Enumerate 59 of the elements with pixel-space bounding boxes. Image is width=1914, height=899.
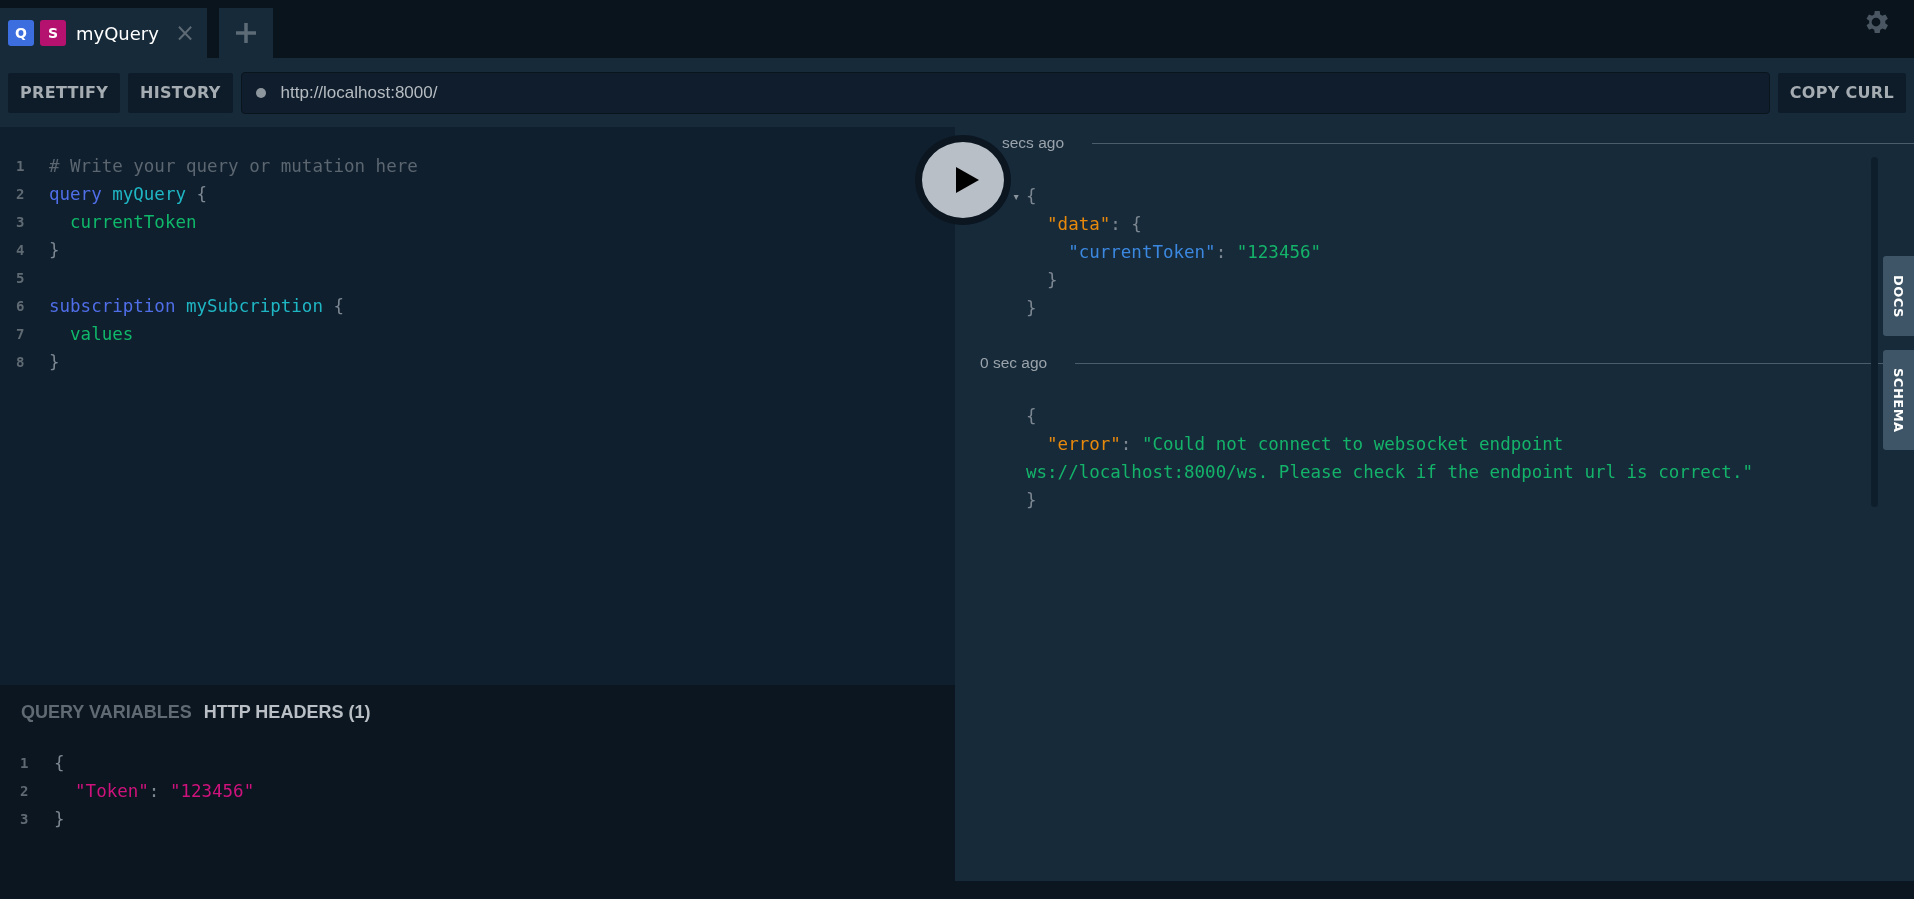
json-token: : <box>1120 434 1133 454</box>
endpoint-field[interactable]: http://localhost:8000/ <box>240 71 1770 114</box>
variables-tab[interactable]: HTTP HEADERS (1) <box>203 702 371 723</box>
collapse-toggle[interactable]: ▾ <box>1012 188 1020 204</box>
code-token: } <box>54 809 65 829</box>
json-token: "data" <box>1046 214 1111 234</box>
toolbar-button[interactable]: PRETTIFY <box>8 72 121 113</box>
code-token: { <box>332 296 345 316</box>
json-token: } <box>1026 298 1037 318</box>
json-token: } <box>1046 270 1058 290</box>
code-token: { <box>54 753 65 773</box>
json-token: : { <box>1110 214 1142 234</box>
json-token: { <box>1026 406 1037 426</box>
line-number: 6 <box>15 298 26 314</box>
side-panel-tab[interactable]: DOCS <box>1883 256 1914 336</box>
code-token: values <box>69 324 134 344</box>
code-token: { <box>195 184 208 204</box>
line-number: 4 <box>15 242 26 258</box>
line-number: 8 <box>15 354 26 370</box>
line-number: 1 <box>19 755 30 771</box>
code-token: subscription <box>49 296 176 316</box>
json-token: { <box>1026 186 1037 206</box>
line-number: 2 <box>15 186 26 202</box>
result-timestamp: secs ago <box>1001 134 1065 152</box>
code-token: } <box>49 240 60 260</box>
line-number: 7 <box>15 326 26 342</box>
code-token: mySubcription <box>184 296 323 316</box>
copy-curl-button[interactable]: COPY CURL <box>1777 72 1906 113</box>
code-token: "Token" <box>74 781 149 801</box>
json-token: "123456" <box>1236 242 1322 262</box>
code-token: # Write your query or mutation here <box>49 156 418 176</box>
code-token: myQuery <box>111 184 186 204</box>
toolbar-button[interactable]: HISTORY <box>128 72 233 113</box>
tab-title: myQuery <box>76 22 159 44</box>
line-number: 1 <box>15 158 26 174</box>
json-token: ws://localhost:8000/ws. Please check if the endpoint url is correct." <box>1026 462 1753 482</box>
line-number: 2 <box>19 783 30 799</box>
line-number: 5 <box>15 270 26 286</box>
result-timestamp: 0 sec ago <box>979 354 1048 372</box>
line-number: 3 <box>15 214 26 230</box>
code-token: } <box>49 352 60 372</box>
operation-badge: Q <box>8 20 34 46</box>
query-tab[interactable]: Q S myQuery × <box>0 8 207 58</box>
json-token: "error" <box>1046 434 1121 454</box>
json-token: : <box>1215 242 1228 262</box>
new-tab-button[interactable] <box>219 8 273 58</box>
side-panel-tab[interactable]: SCHEMA <box>1883 350 1914 450</box>
plus-icon <box>235 22 257 44</box>
line-number: 3 <box>19 811 30 827</box>
code-token: "123456" <box>169 781 255 801</box>
code-token: : <box>148 781 161 801</box>
code-token: currentToken <box>69 212 197 232</box>
json-token: "Could not connect to websocket endpoint <box>1141 434 1564 454</box>
json-token: } <box>1026 490 1037 510</box>
operation-badge: S <box>40 20 66 46</box>
code-token: query <box>49 184 102 204</box>
status-dot-icon <box>255 87 266 98</box>
scrollbar[interactable] <box>1871 157 1878 507</box>
json-token: "currentToken" <box>1067 242 1216 262</box>
